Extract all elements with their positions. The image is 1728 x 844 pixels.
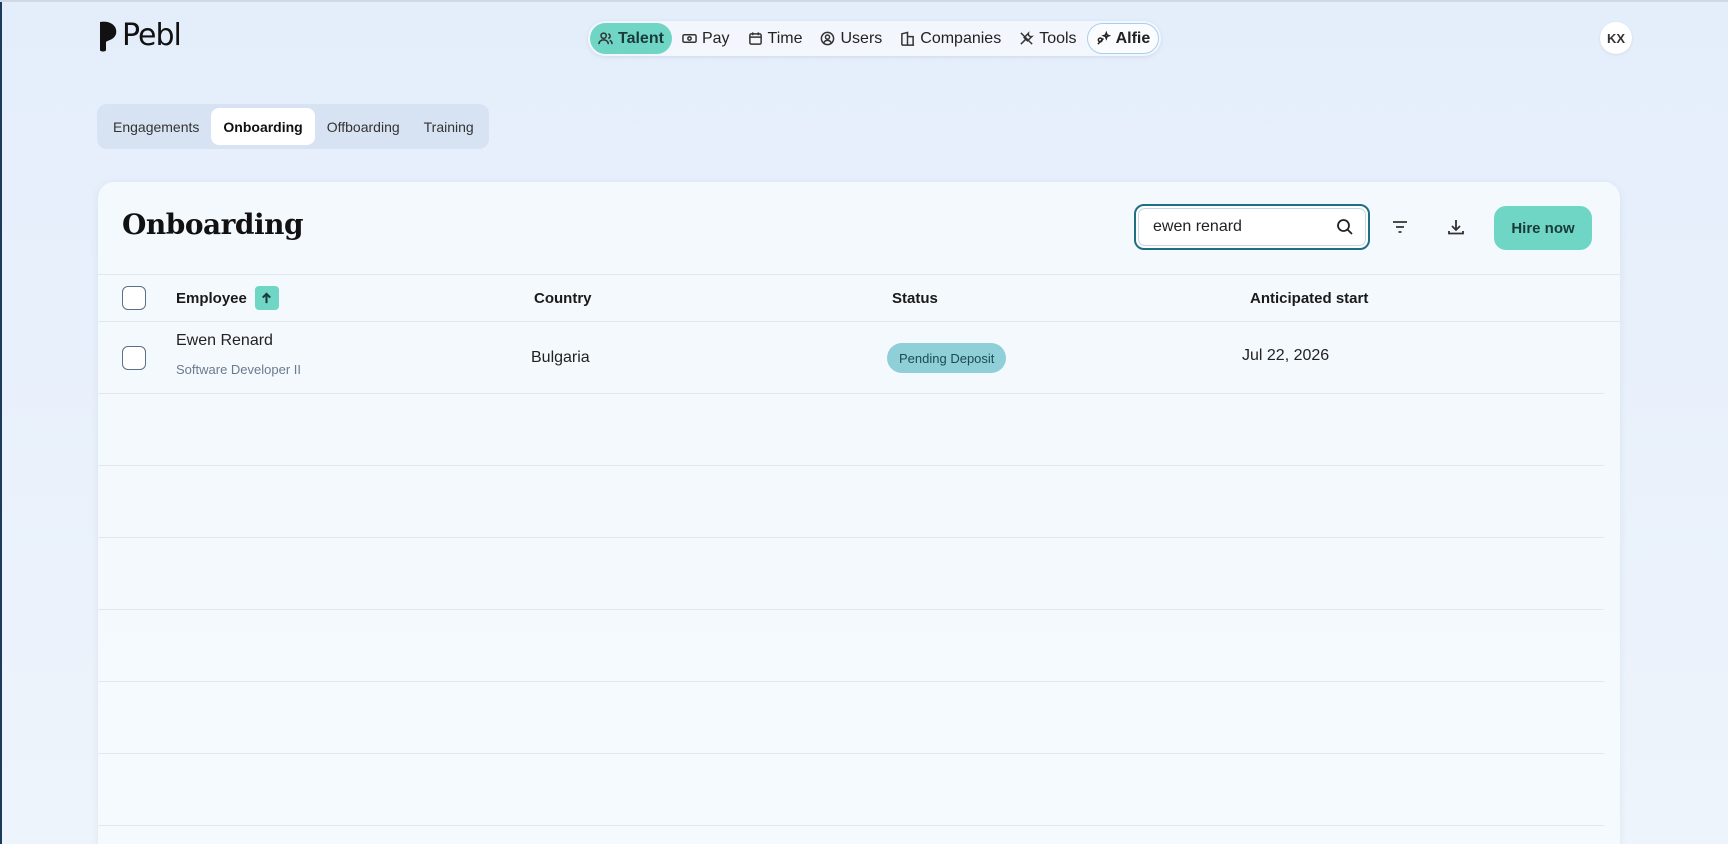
col-employee[interactable]: Employee [176, 286, 279, 310]
select-all-checkbox[interactable] [122, 286, 146, 310]
tab-offboarding[interactable]: Offboarding [315, 108, 412, 145]
user-circle-icon [821, 31, 835, 46]
search-icon[interactable] [1336, 218, 1354, 236]
status-badge: Pending Deposit [887, 343, 1007, 373]
arrow-up-icon [262, 291, 272, 303]
sort-ascending-button[interactable] [254, 286, 279, 310]
download-icon [1448, 220, 1464, 235]
tab-training[interactable]: Training [412, 108, 486, 145]
nav-time-label: Time [767, 29, 803, 47]
building-icon [901, 31, 915, 46]
nav-time[interactable]: Time [740, 23, 811, 54]
onboarding-table: Employee Country Status Anticipated star… [98, 274, 1620, 826]
tools-icon [1020, 31, 1035, 45]
col-status[interactable]: Status [892, 290, 938, 307]
tab-onboarding[interactable]: Onboarding [211, 108, 315, 145]
anticipated-start-date: Jul 22, 2026 [1242, 347, 1330, 364]
user-avatar[interactable]: KX [1600, 22, 1632, 54]
nav-talent-label: Talent [618, 29, 664, 47]
empty-row [98, 538, 1604, 610]
brand-logo[interactable]: Pebl [96, 18, 182, 53]
employee-name[interactable]: Ewen Renard [176, 332, 273, 350]
nav-users[interactable]: Users [812, 23, 890, 54]
filter-button[interactable] [1388, 215, 1412, 239]
window-edge [0, 0, 2, 844]
nav-tools[interactable]: Tools [1011, 23, 1084, 54]
nav-alfie[interactable]: Alfie [1086, 23, 1160, 54]
search-input[interactable] [1138, 208, 1366, 246]
money-icon [682, 34, 697, 43]
table-header: Employee Country Status Anticipated star… [98, 274, 1620, 322]
download-button[interactable] [1444, 215, 1468, 239]
nav-users-label: Users [840, 29, 883, 47]
nav-talent[interactable]: Talent [590, 23, 672, 54]
col-employee-label: Employee [176, 289, 247, 307]
pebl-logo-icon [100, 21, 117, 52]
empty-row [98, 682, 1604, 754]
nav-alfie-label: Alfie [1115, 29, 1151, 47]
nav-pay[interactable]: Pay [674, 23, 738, 54]
window-top-edge [0, 0, 1728, 2]
users-icon [598, 32, 613, 45]
nav-tools-label: Tools [1039, 29, 1077, 47]
onboarding-card: Onboarding Hire now Employee Country Sta… [98, 182, 1620, 844]
sparkle-icon [1096, 31, 1111, 45]
tab-engagements[interactable]: Engagements [101, 108, 211, 145]
empty-row [98, 394, 1604, 466]
nav-pay-label: Pay [701, 29, 730, 47]
page-title: Onboarding [122, 208, 304, 241]
empty-row [98, 610, 1604, 682]
calendar-icon [748, 32, 762, 45]
main-nav: Talent Pay Time Users Companies Tools Al… [588, 21, 1162, 56]
section-tabs: Engagements Onboarding Offboarding Train… [97, 104, 489, 149]
table-row[interactable]: Ewen Renard Software Developer II Bulgar… [98, 322, 1604, 394]
filter-icon [1393, 221, 1407, 233]
col-country[interactable]: Country [534, 290, 592, 307]
brand-name: Pebl [122, 18, 182, 53]
empty-row [98, 466, 1604, 538]
nav-companies[interactable]: Companies [892, 23, 1009, 54]
col-anticipated-start[interactable]: Anticipated start [1250, 290, 1368, 307]
employee-role: Software Developer II [176, 362, 302, 377]
nav-companies-label: Companies [920, 29, 1002, 47]
hire-now-button[interactable]: Hire now [1494, 206, 1592, 250]
row-checkbox[interactable] [122, 346, 146, 370]
empty-row [98, 754, 1604, 826]
employee-country: Bulgaria [531, 349, 590, 366]
search-box [1134, 204, 1370, 250]
